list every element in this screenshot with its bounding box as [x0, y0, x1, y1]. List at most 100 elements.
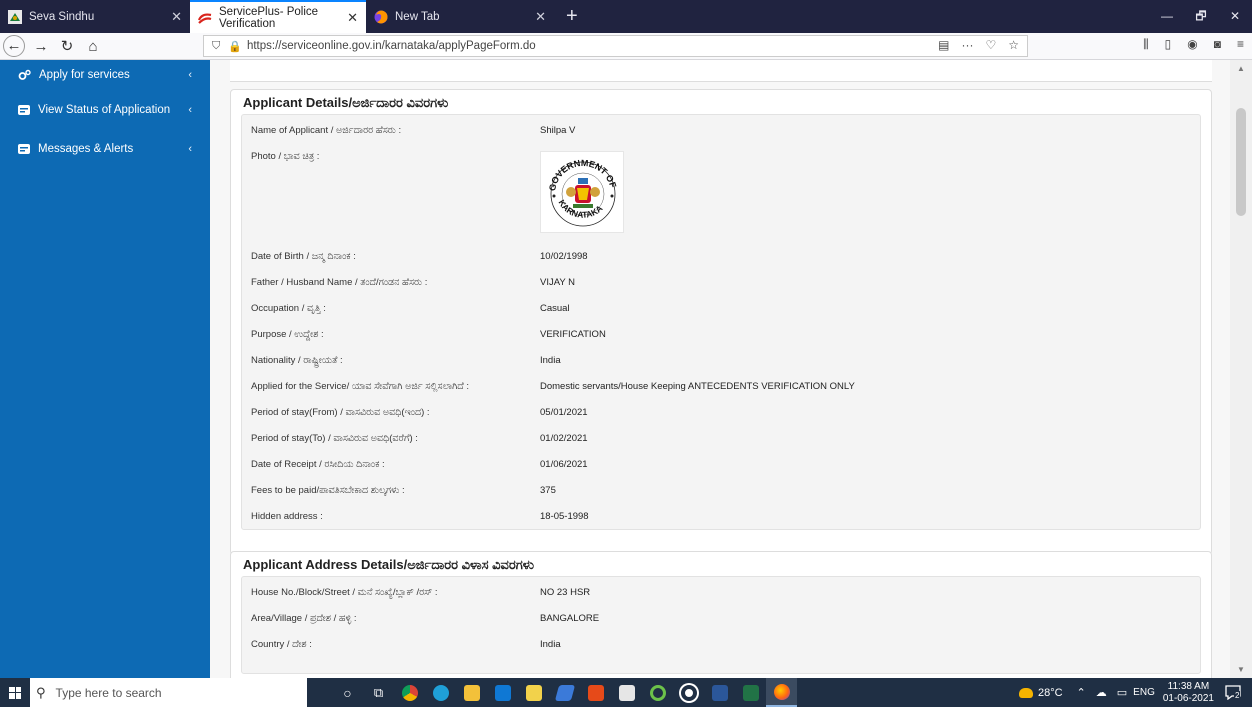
sidebar-item-apply-for-services[interactable]: Apply for services ‹	[0, 60, 210, 90]
applicant-details-panel: Applicant Details/ಅರ್ಜಿದಾರರ ವಿವರಗಳು Name…	[230, 89, 1212, 555]
search-icon: ⚲	[36, 684, 46, 700]
tab-new-tab[interactable]: New Tab ✕	[366, 0, 546, 33]
edge-icon[interactable]	[425, 678, 456, 707]
serviceplus-favicon	[198, 12, 212, 24]
onedrive-icon[interactable]: ☁	[1096, 686, 1107, 699]
taskbar-search-box[interactable]: ⚲ Type here to search	[30, 678, 307, 707]
field-row-occupation: Occupation / ವೃತ್ತಿ : Casual	[242, 295, 1200, 321]
notification-center-icon[interactable]: 2	[1224, 684, 1246, 702]
document-app-icon[interactable]	[611, 678, 642, 707]
field-value: 05/01/2021	[540, 406, 588, 418]
minimize-icon[interactable]: —	[1150, 0, 1184, 33]
sidebar-item-label: Apply for services	[39, 69, 130, 81]
previous-section-edge	[230, 60, 1212, 82]
field-label: Name of Applicant / ಅರ್ಜಿದಾರರ ಹೆಸರು :	[251, 124, 402, 136]
close-window-icon[interactable]: ✕	[1218, 0, 1252, 33]
windows-taskbar: ⚲ Type here to search ○ ⧉ 28°C ⌃ ☁ ▭ ENG…	[0, 678, 1252, 707]
account-icon[interactable]: ◉	[1187, 37, 1197, 52]
menu-icon[interactable]: ≡	[1237, 37, 1244, 52]
close-tab-icon[interactable]: ✕	[171, 9, 182, 25]
firefox-taskbar-icon[interactable]	[766, 678, 797, 707]
field-label: Photo / ಭಾವ ಚಿತ್ರ :	[251, 151, 320, 162]
close-tab-icon[interactable]: ✕	[347, 10, 358, 26]
field-label: Occupation / ವೃತ್ತಿ :	[251, 302, 326, 314]
start-button[interactable]	[0, 678, 30, 707]
reload-button[interactable]: ↻	[54, 37, 80, 55]
card-icon	[18, 143, 30, 154]
field-value: NO 23 HSR	[540, 586, 591, 598]
new-tab-button[interactable]: +	[556, 0, 588, 33]
tray-expand-icon[interactable]: ⌃	[1077, 686, 1086, 699]
field-label: Area/Village / ಪ್ರದೇಶ / ಹಳ್ಳಿ :	[251, 612, 357, 624]
field-value: 10/02/1998	[540, 250, 588, 262]
green-app-icon[interactable]	[673, 678, 704, 707]
back-button[interactable]: ←	[3, 35, 25, 57]
excel-icon[interactable]	[735, 678, 766, 707]
field-label: Purpose / ಉದ್ದೇಶ :	[251, 328, 324, 340]
sidebar-item-view-status[interactable]: View Status of Application ‹	[0, 90, 210, 129]
chrome-icon[interactable]	[394, 678, 425, 707]
field-label: Date of Birth / ಜನ್ಮ ದಿನಾಂಕ :	[251, 250, 356, 262]
field-label: Hidden address :	[251, 510, 323, 522]
scroll-up-icon[interactable]: ▲	[1230, 64, 1252, 73]
word-icon[interactable]	[704, 678, 735, 707]
home-button[interactable]: ⌂	[80, 38, 106, 55]
field-row-purpose: Purpose / ಉದ್ದೇಶ : VERIFICATION	[242, 321, 1200, 347]
extension-icon[interactable]: ◙	[1214, 37, 1221, 52]
language-indicator[interactable]: ENG	[1133, 687, 1155, 698]
weather-cloud-icon	[1018, 687, 1033, 698]
store-icon[interactable]	[518, 678, 549, 707]
restore-icon[interactable]: 🗗	[1184, 0, 1218, 33]
field-label: Nationality / ರಾಷ್ಟ್ರೀಯತೆ :	[251, 354, 343, 366]
field-label: House No./Block/Street / ಮನೆ ಸಂಖ್ಯೆ/ಬ್ಲಾ…	[251, 586, 438, 598]
url-text[interactable]: https://serviceonline.gov.in/karnataka/a…	[247, 40, 536, 52]
library-icon[interactable]: ⫼	[1143, 37, 1149, 52]
tab-seva-sindhu[interactable]: Seva Sindhu ✕	[0, 0, 190, 33]
sidebar-toggle-icon[interactable]: ▯	[1165, 37, 1172, 52]
applicant-details-table: Name of Applicant / ಅರ್ಜಿದಾರರ ಹೆಸರು : Sh…	[241, 114, 1201, 530]
tab-serviceplus[interactable]: ServicePlus- Police Verification ✕	[190, 0, 366, 33]
mail-icon[interactable]	[487, 678, 518, 707]
field-value: 18-05-1998	[540, 510, 589, 522]
address-details-table: House No./Block/Street / ಮನೆ ಸಂಖ್ಯೆ/ಬ್ಲಾ…	[241, 576, 1201, 674]
lock-icon[interactable]: 🔒	[228, 40, 242, 53]
notification-count: 2	[1234, 690, 1241, 700]
tab-title: New Tab	[395, 10, 440, 23]
forward-button[interactable]: →	[28, 38, 54, 55]
tab-title: Seva Sindhu	[29, 10, 95, 23]
firefox-favicon	[374, 10, 388, 23]
field-row-hidden-address: Hidden address : 18-05-1998	[242, 503, 1200, 529]
tracking-shield-icon[interactable]: ⛉	[212, 40, 220, 53]
field-row-receipt-date: Date of Receipt / ರಸೀದಿಯ ದಿನಾಂಕ : 01/06/…	[242, 451, 1200, 477]
address-details-title: Applicant Address Details/ಅರ್ಜಿದಾರರ ವಿಳಾ…	[243, 557, 534, 572]
app-icon[interactable]	[549, 678, 580, 707]
page-scrollbar[interactable]: ▲ ▼	[1230, 60, 1252, 678]
page-actions-icon[interactable]: ···	[961, 38, 973, 52]
clock[interactable]: 11:38 AM 01-06-2021	[1163, 681, 1214, 705]
cortana-icon[interactable]: ○	[332, 678, 363, 707]
field-row-dob: Date of Birth / ಜನ್ಮ ದಿನಾಂಕ : 10/02/1998	[242, 243, 1200, 269]
field-row-fees: Fees to be paid/ಪಾವತಿಸಬೇಕಾದ ಶುಲ್ಕಗಳು : 3…	[242, 477, 1200, 503]
sidebar-item-messages-alerts[interactable]: Messages & Alerts ‹	[0, 129, 210, 168]
weather-widget[interactable]: 28°C	[1018, 687, 1063, 699]
window-controls: — 🗗 ✕	[1150, 0, 1252, 33]
field-row-house-no: House No./Block/Street / ಮನೆ ಸಂಖ್ಯೆ/ಬ್ಲಾ…	[242, 579, 1200, 605]
pocket-icon[interactable]: ♡	[985, 38, 996, 52]
close-tab-icon[interactable]: ✕	[535, 9, 546, 25]
field-row-stay-from: Period of stay(From) / ವಾಸವಿರುವ ಅವಧಿ(ಇಂದ…	[242, 399, 1200, 425]
seva-sindhu-favicon	[8, 9, 22, 24]
field-value: BANGALORE	[540, 612, 600, 624]
reader-view-icon[interactable]: ▤	[938, 38, 949, 52]
scroll-down-icon[interactable]: ▼	[1230, 665, 1252, 674]
scrollbar-thumb[interactable]	[1236, 108, 1246, 216]
bookmark-star-icon[interactable]: ☆	[1008, 38, 1019, 52]
loading-app-icon[interactable]	[642, 678, 673, 707]
network-icon[interactable]: ▭	[1117, 686, 1127, 699]
file-explorer-icon[interactable]	[456, 678, 487, 707]
field-row-country: Country / ದೇಶ : India	[242, 631, 1200, 657]
task-view-icon[interactable]: ⧉	[363, 678, 394, 707]
field-row-father-name: Father / Husband Name / ತಂದೆ/ಗಂಡನ ಹೆಸರು …	[242, 269, 1200, 295]
field-value: India	[540, 638, 561, 650]
address-bar[interactable]: ⛉ 🔒 https://serviceonline.gov.in/karnata…	[203, 35, 1028, 57]
office-icon[interactable]	[580, 678, 611, 707]
